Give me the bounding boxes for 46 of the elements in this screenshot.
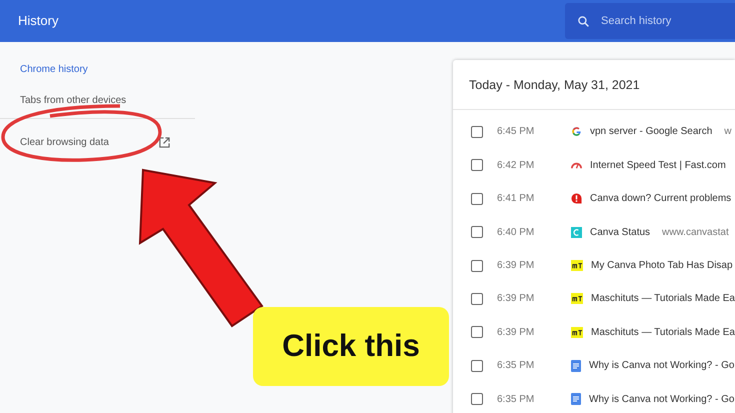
document-icon <box>571 360 581 372</box>
page-link[interactable]: vpn server - Google Search <box>590 124 712 140</box>
sidebar-item[interactable]: Chrome history <box>0 54 195 85</box>
row-checkbox[interactable] <box>471 126 483 138</box>
page-link[interactable]: Canva down? Current problems <box>590 191 732 206</box>
row-checkbox[interactable] <box>471 393 483 406</box>
mt-logo-icon <box>571 260 583 271</box>
visit-time: 6:39 PM <box>497 326 536 340</box>
visit-time: 6:40 PM <box>497 226 536 240</box>
row-checkbox[interactable] <box>471 292 483 305</box>
mt-logo-icon <box>571 293 583 304</box>
visit-time: 6:35 PM <box>497 392 536 407</box>
page-domain: www.canvastat <box>662 226 729 240</box>
page-link[interactable]: My Canva Photo Tab Has Disap <box>591 258 733 273</box>
date-heading: Today - Monday, May 31, 2021 <box>453 60 735 110</box>
page-link[interactable]: Maschituts — Tutorials Made Ea <box>591 291 735 306</box>
page-link[interactable]: Why is Canva not Working? - Go <box>589 392 734 407</box>
visit-time: 6:35 PM <box>497 359 536 374</box>
page-domain: w <box>724 125 732 140</box>
page-title: History <box>17 12 58 30</box>
document-icon <box>571 393 581 406</box>
google-g-icon <box>571 126 582 138</box>
row-checkbox[interactable] <box>471 192 483 205</box>
callout-label: Click this <box>253 307 449 386</box>
page-link[interactable]: Maschituts — Tutorials Made Ea <box>591 324 735 340</box>
visit-time: 6:42 PM <box>497 158 536 173</box>
sidebar-link[interactable]: Clear browsing data <box>0 127 195 158</box>
search-icon <box>577 15 590 28</box>
letter-c-icon <box>571 226 582 238</box>
page-link[interactable]: Why is Canva not Working? - Go <box>589 358 734 374</box>
row-checkbox[interactable] <box>471 360 483 372</box>
sidebar-item[interactable]: Tabs from other devices <box>0 85 195 116</box>
page-link[interactable]: Internet Speed Test | Fast.com <box>590 158 726 173</box>
row-checkbox[interactable] <box>471 260 483 272</box>
visit-time: 6:39 PM <box>497 292 536 306</box>
row-checkbox[interactable] <box>471 326 483 338</box>
visit-time: 6:45 PM <box>497 125 536 140</box>
page-link[interactable]: Canva Status <box>590 224 650 240</box>
row-checkbox[interactable] <box>471 226 483 238</box>
external-link-icon <box>158 137 170 148</box>
visit-time: 6:41 PM <box>497 192 536 206</box>
row-checkbox[interactable] <box>471 159 483 172</box>
exclamation-icon <box>571 193 582 204</box>
visit-time: 6:39 PM <box>497 259 536 273</box>
mt-logo-icon <box>571 326 583 338</box>
search-field[interactable]: Search history <box>565 3 735 39</box>
